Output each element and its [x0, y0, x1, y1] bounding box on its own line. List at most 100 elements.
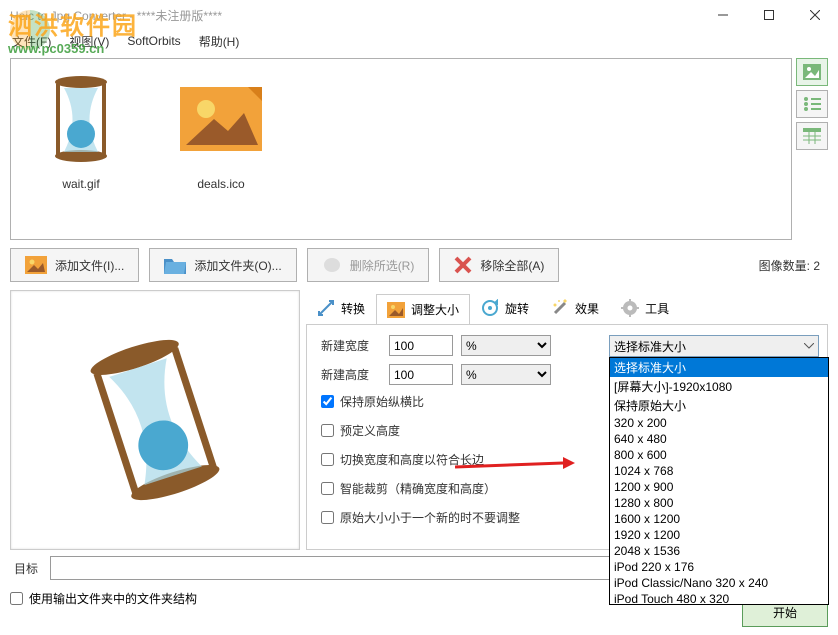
list-icon [803, 96, 821, 112]
preset-option[interactable]: 1920 x 1200 [610, 527, 828, 543]
target-label: 目标 [10, 560, 42, 577]
tab-effects[interactable]: 效果 [540, 292, 610, 324]
maximize-button[interactable] [746, 0, 792, 30]
preset-option[interactable]: 1600 x 1200 [610, 511, 828, 527]
thumbnail-image [31, 69, 131, 169]
remove-selected-label: 删除所选(R) [350, 257, 415, 274]
preset-option[interactable]: 1024 x 768 [610, 463, 828, 479]
x-icon [454, 256, 472, 274]
action-toolbar: 添加文件(I)... 添加文件夹(O)... 删除所选(R) 移除全部(A) 图… [0, 240, 838, 290]
tools-icon [621, 299, 639, 317]
eraser-icon [322, 256, 342, 274]
height-unit-select[interactable]: % [461, 364, 551, 385]
preset-option[interactable]: 800 x 600 [610, 447, 828, 463]
tab-tools-label: 工具 [645, 300, 669, 317]
close-button[interactable] [792, 0, 838, 30]
image-file-icon [176, 79, 266, 159]
remove-all-label: 移除全部(A) [480, 257, 544, 274]
thumbnails-icon [803, 64, 821, 80]
remove-all-button[interactable]: 移除全部(A) [439, 248, 559, 282]
details-icon [803, 128, 821, 144]
preset-option[interactable]: 1280 x 800 [610, 495, 828, 511]
view-thumbnails-button[interactable] [796, 58, 828, 86]
predef-height-label: 预定义高度 [340, 422, 400, 439]
close-icon [810, 10, 820, 20]
preset-size-value: 选择标准大小 [614, 338, 686, 355]
tab-rotate-label: 旋转 [505, 300, 529, 317]
minimize-button[interactable] [700, 0, 746, 30]
thumbnail-label: deals.ico [161, 177, 281, 191]
preset-option[interactable]: 320 x 200 [610, 415, 828, 431]
tab-convert-label: 转换 [341, 300, 365, 317]
image-count-value: 2 [813, 259, 820, 273]
preset-size-select[interactable]: 选择标准大小 [609, 335, 819, 357]
preset-option[interactable]: 保持原始大小 [610, 396, 828, 415]
image-count-status: 图像数量: 2 [759, 257, 828, 274]
preset-option[interactable]: iPod Touch 480 x 320 [610, 591, 828, 605]
menu-softorbits[interactable]: SoftOrbits [119, 32, 188, 50]
preset-option[interactable]: 2048 x 1536 [610, 543, 828, 559]
start-button-label: 开始 [773, 606, 797, 620]
minimize-icon [718, 10, 728, 20]
thumbnail-label: wait.gif [21, 177, 141, 191]
maximize-icon [764, 10, 774, 20]
image-icon [25, 256, 47, 274]
view-details-button[interactable] [796, 122, 828, 150]
use-folder-struct-checkbox[interactable] [10, 592, 23, 605]
width-unit-select[interactable]: % [461, 335, 551, 356]
preview-pane [10, 290, 300, 550]
add-folder-button[interactable]: 添加文件夹(O)... [149, 248, 296, 282]
resize-icon [387, 302, 405, 318]
tab-content-resize: 新建宽度 % 新建高度 % 保持原始纵横比 预定义高度 切换宽度和高度以符合长边 [306, 324, 828, 550]
preset-option[interactable]: 640 x 480 [610, 431, 828, 447]
settings-pane: 转换 调整大小 旋转 效果 工具 新建宽度 % [306, 290, 828, 550]
new-width-input[interactable] [389, 335, 453, 356]
view-mode-controls [796, 58, 828, 240]
menu-view[interactable]: 视图(V) [61, 31, 117, 52]
tab-rotate[interactable]: 旋转 [470, 292, 540, 324]
menu-help[interactable]: 帮助(H) [191, 31, 248, 52]
remove-selected-button[interactable]: 删除所选(R) [307, 248, 430, 282]
preset-size-area: 选择标准大小 选择标准大小[屏幕大小]-1920x1080保持原始大小320 x… [609, 335, 819, 357]
new-height-input[interactable] [389, 364, 453, 385]
tab-effects-label: 效果 [575, 300, 599, 317]
window-title: Heic to Jpg Converter - ****未注册版**** [8, 7, 700, 24]
preset-option[interactable]: [屏幕大小]-1920x1080 [610, 377, 828, 396]
predef-height-checkbox[interactable] [321, 424, 334, 437]
folder-icon [164, 256, 186, 274]
view-list-button[interactable] [796, 90, 828, 118]
new-width-label: 新建宽度 [321, 337, 381, 354]
window-controls [700, 0, 838, 30]
add-folder-label: 添加文件夹(O)... [194, 257, 281, 274]
convert-icon [317, 299, 335, 317]
effects-icon [551, 299, 569, 317]
tab-resize-label: 调整大小 [411, 301, 459, 318]
tab-convert[interactable]: 转换 [306, 292, 376, 324]
use-folder-struct-label: 使用输出文件夹中的文件夹结构 [29, 590, 197, 607]
menu-file[interactable]: 文件(F) [4, 31, 59, 52]
smart-crop-label: 智能裁剪（精确宽度和高度） [340, 480, 496, 497]
tab-resize[interactable]: 调整大小 [376, 294, 470, 325]
menubar: 文件(F) 视图(V) SoftOrbits 帮助(H) [0, 30, 838, 52]
thumbnail-list[interactable]: wait.gif deals.ico [10, 58, 792, 240]
preset-option[interactable]: 1200 x 900 [610, 479, 828, 495]
swap-wh-checkbox[interactable] [321, 453, 334, 466]
thumbnail-item[interactable]: wait.gif [21, 69, 141, 191]
no-resize-smaller-checkbox[interactable] [321, 511, 334, 524]
no-resize-smaller-label: 原始大小小于一个新的时不要调整 [340, 509, 520, 526]
preset-option[interactable]: iPod Classic/Nano 320 x 240 [610, 575, 828, 591]
keep-ratio-label: 保持原始纵横比 [340, 393, 424, 410]
keep-ratio-checkbox[interactable] [321, 395, 334, 408]
new-height-label: 新建高度 [321, 366, 381, 383]
preset-size-dropdown[interactable]: 选择标准大小[屏幕大小]-1920x1080保持原始大小320 x 200640… [609, 357, 829, 605]
thumbnail-image [171, 69, 271, 169]
preset-option[interactable]: iPod 220 x 176 [610, 559, 828, 575]
thumbnail-item[interactable]: deals.ico [161, 69, 281, 191]
add-file-button[interactable]: 添加文件(I)... [10, 248, 139, 282]
smart-crop-checkbox[interactable] [321, 482, 334, 495]
preset-option[interactable]: 选择标准大小 [610, 358, 828, 377]
hourglass-icon [46, 74, 116, 164]
tab-tools[interactable]: 工具 [610, 292, 680, 324]
add-file-label: 添加文件(I)... [55, 257, 124, 274]
preview-hourglass-icon [68, 324, 241, 516]
